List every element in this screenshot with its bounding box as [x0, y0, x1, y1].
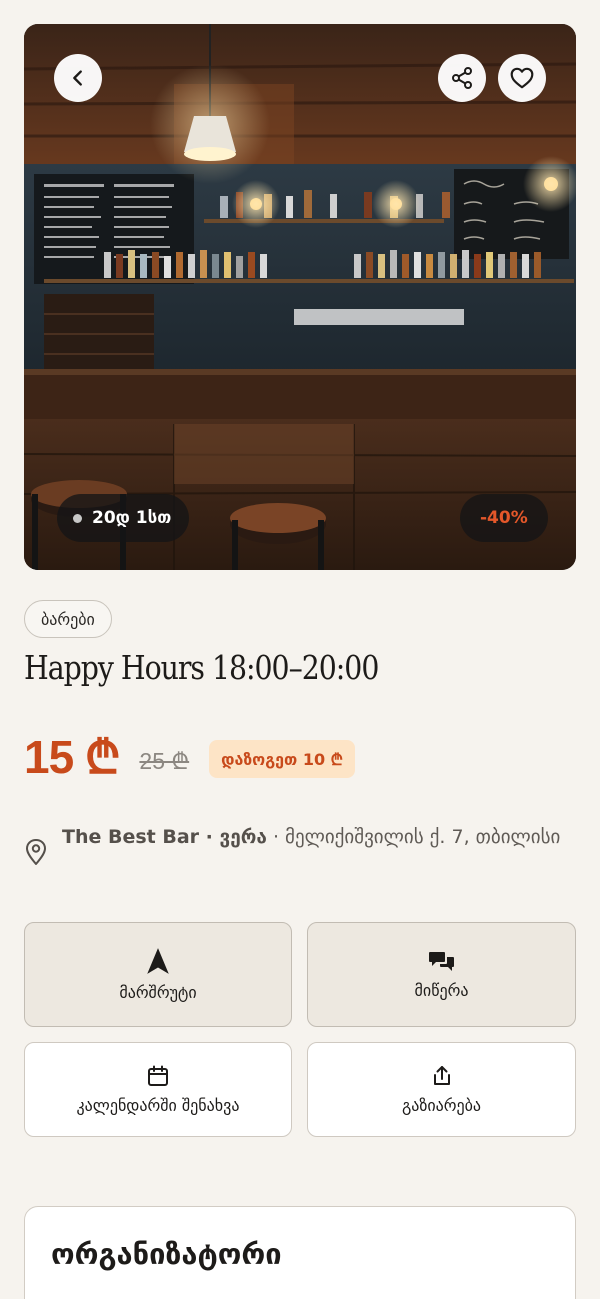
share-label: გაზიარება — [401, 1096, 482, 1115]
back-button[interactable] — [54, 54, 102, 102]
chevron-left-icon — [73, 70, 82, 86]
organizer-heading: ორგანიზატორი — [51, 1237, 282, 1271]
add-to-calendar-button[interactable]: კალენდარში შენახვა — [24, 1042, 292, 1137]
share-button[interactable] — [438, 54, 486, 102]
route-button[interactable]: მარშრუტი — [24, 922, 292, 1027]
category-label: ბარები — [41, 609, 95, 629]
hero-image: 20დ 1სთ -40% — [24, 24, 576, 570]
location-row[interactable]: The Best Bar · ვერა · მელიქიშვილის ქ. 7,… — [24, 820, 576, 866]
price-row: 15 ₾ 25 ₾ დაზოგეთ 10 ₾ — [24, 726, 356, 786]
organizer-card: ორგანიზატორი — [24, 1206, 576, 1299]
share-action-button[interactable]: გაზიარება — [307, 1042, 576, 1137]
venue-address: · მელიქიშვილის ქ. 7, თბილისი — [266, 826, 561, 848]
heart-icon — [510, 67, 534, 89]
calendar-icon — [148, 1065, 168, 1086]
category-chip[interactable]: ბარები — [24, 600, 112, 638]
message-button[interactable]: მიწერა — [307, 922, 576, 1027]
status-dot-icon — [73, 513, 82, 523]
discount-text: -40% — [480, 508, 528, 528]
current-price: 15 ₾ — [24, 731, 120, 783]
map-pin-icon — [26, 839, 46, 865]
venue-name: The Best Bar · ვერა — [62, 826, 267, 848]
bar-photo — [24, 24, 576, 570]
savings-badge: დაზოგეთ 10 ₾ — [209, 740, 356, 778]
upload-share-icon — [433, 1066, 450, 1085]
page-title: Happy Hours 18:00–20:00 — [24, 648, 379, 687]
calendar-label: კალენდარში შენახვა — [76, 1096, 240, 1115]
discount-badge: -40% — [460, 494, 548, 542]
time-remaining-text: 20დ 1სთ — [92, 508, 172, 528]
route-label: მარშრუტი — [119, 983, 197, 1002]
old-price: 25 ₾ — [139, 748, 190, 774]
time-remaining-badge: 20დ 1სთ — [57, 494, 190, 542]
message-label: მიწერა — [414, 981, 469, 1000]
share-icon — [452, 67, 472, 89]
chat-bubbles-icon — [428, 952, 454, 971]
favorite-button[interactable] — [498, 54, 546, 102]
navigation-arrow-icon — [147, 948, 169, 974]
location-text: The Best Bar · ვერა · მელიქიშვილის ქ. 7,… — [62, 820, 560, 866]
